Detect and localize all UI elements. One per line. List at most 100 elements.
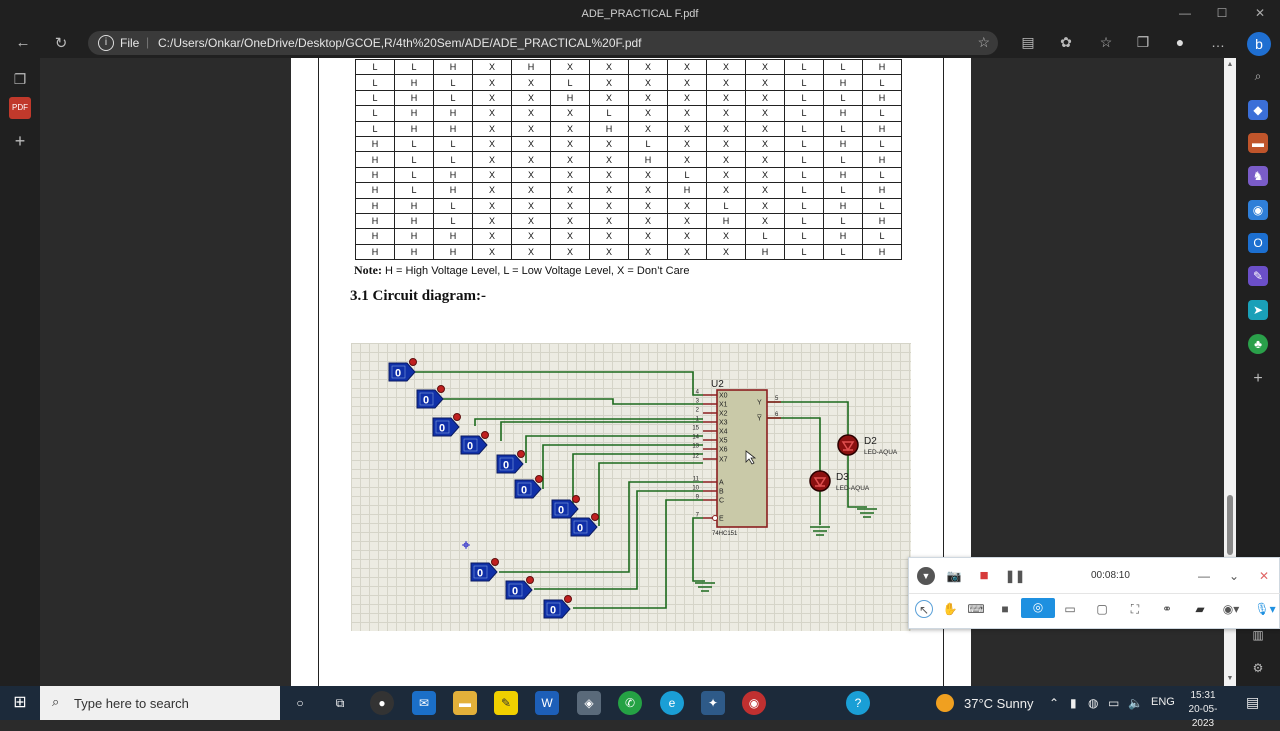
scroll-up-icon[interactable]: ▲ (1225, 61, 1235, 68)
logic-state-toggle-knob[interactable] (564, 595, 572, 603)
cortana-icon[interactable]: ○ (288, 691, 312, 715)
logic-state-input[interactable]: 0 (470, 558, 499, 582)
scroll-down-icon[interactable]: ▼ (1225, 675, 1235, 682)
drop-icon[interactable]: ➤ (1248, 300, 1268, 320)
add-sidebar-app-icon[interactable]: + (1248, 369, 1268, 389)
pdf-tab-icon[interactable]: PDF (9, 97, 31, 119)
microphone-dropdown-icon[interactable]: 🎙▾ (1251, 600, 1279, 618)
microsoft-365-icon[interactable]: ◉ (1248, 200, 1268, 220)
tab-actions-icon[interactable]: ❐ (9, 68, 31, 90)
app-icon[interactable]: ◈ (577, 691, 601, 715)
more-menu-icon[interactable]: … (1208, 34, 1228, 52)
profile-avatar[interactable]: ● (1170, 34, 1190, 52)
recorder-menu-icon[interactable]: ▼ (917, 567, 935, 585)
led-d3[interactable]: D3 LED-AQUA (809, 470, 870, 492)
stop-record-icon[interactable]: ■ (975, 567, 993, 585)
outlook-icon[interactable]: O (1248, 233, 1268, 253)
window-icon[interactable]: ▢ (1093, 600, 1111, 618)
refresh-icon[interactable]: ↻ (50, 34, 72, 52)
taskbar-search-box[interactable]: ⌕ Type here to search (40, 686, 280, 720)
logic-state-toggle-knob[interactable] (572, 495, 580, 503)
back-icon[interactable]: ← (12, 34, 34, 52)
close-recorder-icon[interactable]: ✕ (1255, 567, 1273, 585)
bing-icon[interactable]: b (1247, 32, 1271, 56)
video-camera-icon[interactable]: ■ (996, 600, 1014, 618)
tools-icon[interactable]: ▬ (1248, 133, 1268, 153)
info-icon[interactable]: i (98, 35, 114, 51)
logic-state-input[interactable]: 0 (496, 450, 525, 474)
recorder-app-icon[interactable]: ◉ (742, 691, 766, 715)
mail-icon[interactable]: ✉ (412, 691, 436, 715)
weather-text[interactable]: 37°C Sunny (964, 696, 1034, 711)
hand-tool-icon[interactable]: ✋ (941, 600, 959, 618)
mic-tray-icon[interactable]: ▮ (1070, 696, 1077, 710)
logic-state-input[interactable]: 0 (460, 431, 489, 455)
logic-state-toggle-knob[interactable] (491, 558, 499, 566)
url-box[interactable]: i File | C:/Users/Onkar/OneDrive/Desktop… (88, 31, 998, 55)
logic-state-toggle-knob[interactable] (453, 413, 461, 421)
minimize-recorder-icon[interactable]: — (1195, 567, 1213, 585)
logic-state-toggle-knob[interactable] (517, 450, 525, 458)
volume-icon[interactable]: 🔈 (1128, 696, 1143, 710)
edge-icon[interactable]: e (660, 691, 684, 715)
webcam-dropdown-icon[interactable]: ◉▾ (1217, 600, 1245, 618)
logic-state-input[interactable]: 0 (432, 413, 461, 437)
logic-state-input[interactable]: 0 (388, 358, 417, 382)
logic-state-input[interactable]: 0 (416, 385, 445, 409)
favorites-icon[interactable]: ☆ (1096, 34, 1116, 52)
scroll-thumb[interactable] (1227, 495, 1233, 555)
file-explorer-icon[interactable]: ▬ (453, 691, 477, 715)
keyboard-icon[interactable]: ⌨ (967, 600, 985, 618)
monitor-icon[interactable]: ▭ (1061, 600, 1079, 618)
extensions-icon[interactable]: ✿ (1056, 34, 1076, 52)
logic-state-input[interactable]: 0 (514, 475, 543, 499)
logic-state-toggle-knob[interactable] (526, 576, 534, 584)
help-icon[interactable]: ? (846, 691, 870, 715)
sticky-notes-icon[interactable]: ✎ (494, 691, 518, 715)
pointer-tool-icon[interactable]: ↖ (915, 600, 933, 618)
logic-state-toggle-knob[interactable] (437, 385, 445, 393)
proteus-icon[interactable]: ✦ (701, 691, 725, 715)
logic-state-toggle-knob[interactable] (535, 475, 543, 483)
windows-start-icon[interactable]: ⊞ (8, 691, 32, 715)
logic-state-toggle-knob[interactable] (481, 431, 489, 439)
reader-icon[interactable]: ▤ (1018, 34, 1038, 52)
screen-capture-icon[interactable]: ◎ (1021, 598, 1055, 618)
pause-icon[interactable]: ❚❚ (1005, 567, 1025, 585)
folder-icon[interactable]: ▰ (1191, 600, 1209, 618)
chrome-tray-icon[interactable]: ◍ (1088, 696, 1098, 710)
logic-state-input[interactable]: 0 (551, 495, 580, 519)
url-text[interactable]: C:/Users/Onkar/OneDrive/Desktop/GCOE,R/4… (158, 36, 642, 50)
tray-overflow-icon[interactable]: ⌃ (1049, 696, 1059, 710)
taskbar-clock[interactable]: 15:31 20-05-2023 (1178, 689, 1228, 731)
games-icon[interactable]: ♞ (1248, 166, 1268, 186)
led-d2[interactable]: D2 LED-AQUA (837, 434, 898, 456)
language-indicator[interactable]: ENG (1151, 696, 1175, 708)
maximize-button[interactable]: ☐ (1212, 6, 1232, 20)
minimize-button[interactable]: — (1175, 6, 1195, 20)
link-icon[interactable]: ⚭ (1158, 600, 1176, 618)
fullscreen-icon[interactable]: ⛶ (1126, 600, 1144, 618)
tree-icon[interactable]: ♣ (1248, 334, 1268, 354)
logic-state-input[interactable]: 0 (543, 595, 572, 619)
camera-icon[interactable]: 📷 (945, 567, 963, 585)
logic-state-toggle-knob[interactable] (591, 513, 599, 521)
logic-state-input[interactable]: 0 (505, 576, 534, 600)
logic-state-input[interactable]: 0 (570, 513, 599, 537)
collections-icon[interactable]: ❐ (1133, 34, 1153, 52)
logic-state-toggle-knob[interactable] (409, 358, 417, 366)
collapse-recorder-icon[interactable]: ⌄ (1225, 567, 1243, 585)
designer-icon[interactable]: ✎ (1248, 266, 1268, 286)
shopping-icon[interactable]: ◆ (1248, 100, 1268, 120)
whatsapp-icon[interactable]: ✆ (618, 691, 642, 715)
network-icon[interactable]: ▭ (1108, 696, 1119, 710)
task-view-icon[interactable]: ⧉ (328, 691, 352, 715)
notifications-icon[interactable]: ▤ (1246, 694, 1259, 711)
obs-icon[interactable]: ● (370, 691, 394, 715)
favorite-add-icon[interactable]: ☆ (977, 34, 990, 51)
settings-gear-icon[interactable]: ⚙ (1248, 658, 1268, 678)
close-button[interactable]: ✕ (1250, 6, 1270, 20)
new-tab-icon[interactable]: + (9, 130, 31, 152)
word-icon[interactable]: W (535, 691, 559, 715)
search-icon[interactable]: ⌕ (1248, 66, 1268, 86)
